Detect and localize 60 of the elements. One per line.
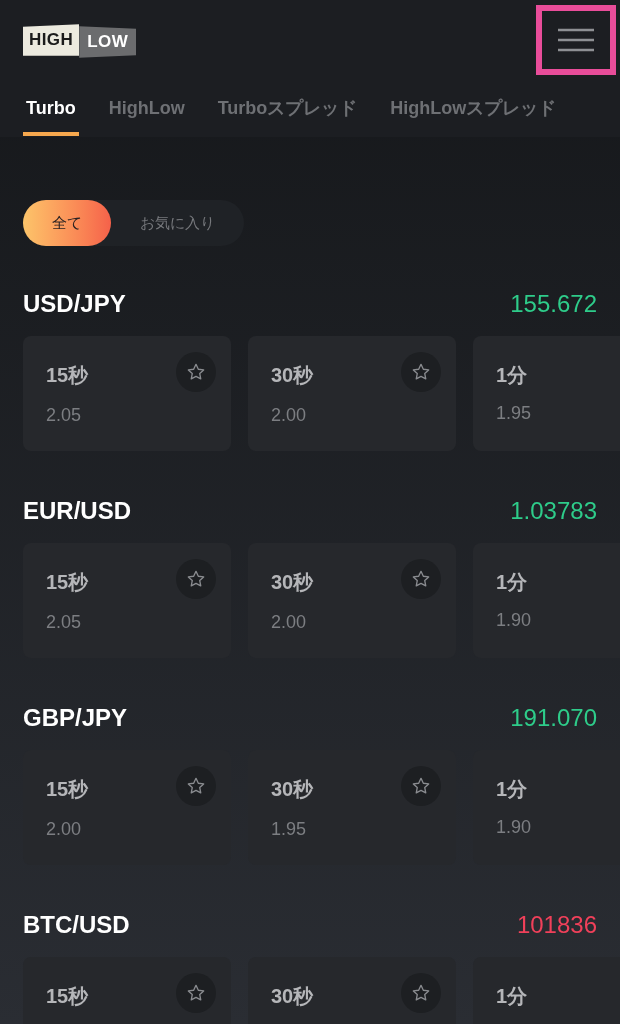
price: 155.672 [510, 289, 597, 319]
pair-name: EUR/USD [23, 496, 131, 526]
payout: 2.05 [46, 611, 83, 634]
star-icon [186, 983, 206, 1003]
logo: HIGH LOW [23, 22, 137, 58]
favorite-button[interactable] [401, 352, 441, 392]
duration: 15秒 [46, 570, 89, 595]
star-icon [186, 569, 206, 589]
duration: 30秒 [271, 570, 314, 595]
duration: 1分 [496, 570, 528, 595]
option-card[interactable]: 30秒 [248, 957, 456, 1024]
payout: 1.95 [496, 402, 533, 425]
duration: 30秒 [271, 363, 314, 388]
pair-name: BTC/USD [23, 910, 130, 940]
filter-option[interactable]: 全て [23, 200, 111, 246]
menu-button[interactable] [536, 5, 616, 75]
option-card[interactable]: 1分 1.95 [473, 336, 620, 451]
favorite-button[interactable] [401, 559, 441, 599]
tab[interactable]: Turbo [23, 95, 79, 136]
pair-name: GBP/JPY [23, 703, 128, 733]
option-card[interactable]: 15秒 [23, 957, 231, 1024]
star-icon [186, 362, 206, 382]
filter-option[interactable]: お気に入り [111, 200, 244, 246]
favorite-button[interactable] [176, 352, 216, 392]
favorite-button[interactable] [176, 559, 216, 599]
favorite-button[interactable] [401, 766, 441, 806]
duration: 30秒 [271, 777, 314, 802]
payout: 1.95 [271, 818, 308, 841]
option-card[interactable]: 1分 [473, 957, 620, 1024]
favorite-button[interactable] [176, 973, 216, 1013]
star-icon [411, 362, 431, 382]
duration: 15秒 [46, 363, 89, 388]
option-card[interactable]: 15秒 2.05 [23, 336, 231, 451]
star-icon [411, 983, 431, 1003]
star-icon [186, 776, 206, 796]
favorite-button[interactable] [176, 766, 216, 806]
star-icon [411, 569, 431, 589]
option-card[interactable]: 30秒 2.00 [248, 543, 456, 658]
duration: 15秒 [46, 984, 89, 1009]
price: 1.03783 [510, 496, 597, 526]
payout: 1.90 [496, 816, 533, 839]
option-card[interactable]: 15秒 2.05 [23, 543, 231, 658]
duration: 15秒 [46, 777, 89, 802]
payout: 2.05 [46, 404, 83, 427]
payout: 2.00 [271, 404, 308, 427]
pair-name: USD/JPY [23, 289, 126, 319]
payout: 2.00 [46, 818, 83, 841]
price: 191.070 [510, 703, 597, 733]
duration: 1分 [496, 777, 528, 802]
option-card[interactable]: 30秒 2.00 [248, 336, 456, 451]
duration: 1分 [496, 984, 528, 1009]
star-icon [411, 776, 431, 796]
menu-icon [558, 28, 594, 52]
payout: 1.90 [496, 609, 533, 632]
payout: 2.00 [271, 611, 308, 634]
option-card[interactable]: 1分 1.90 [473, 543, 620, 658]
duration: 1分 [496, 363, 528, 388]
favorite-button[interactable] [401, 973, 441, 1013]
price: 101836 [516, 910, 597, 940]
duration: 30秒 [271, 984, 314, 1009]
